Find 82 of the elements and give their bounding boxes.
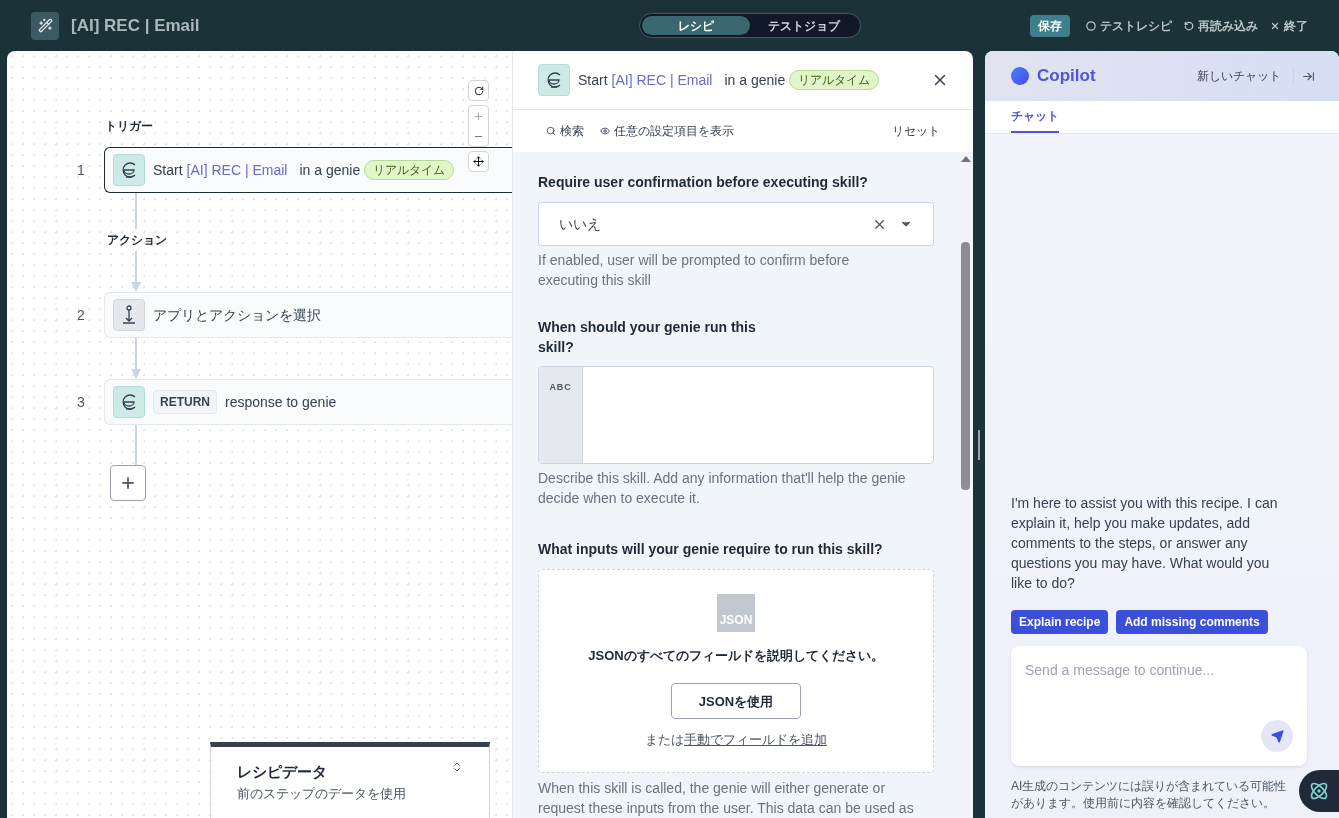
field-label: Require user confirmation before executing skill? bbox=[538, 173, 869, 192]
search-button[interactable]: 検索 bbox=[546, 122, 584, 140]
realtime-badge: リアルタイム bbox=[789, 70, 880, 90]
input-placeholder: Send a message to continue... bbox=[1025, 661, 1216, 680]
reset-button[interactable]: リセット bbox=[892, 122, 940, 140]
step-number: 2 bbox=[76, 305, 86, 325]
step-title: Start bbox=[578, 70, 608, 90]
view-tab[interactable]: レシピ bbox=[641, 16, 750, 35]
step-card[interactable]: アプリとアクションを選択 bbox=[104, 292, 512, 338]
select-value: いいえ bbox=[559, 214, 602, 234]
step-card[interactable]: RETURN response to genie bbox=[104, 379, 512, 425]
reload-button[interactable]: 再読み込み bbox=[1184, 16, 1258, 35]
show-optional-button[interactable]: 任意の設定項目を表示 bbox=[600, 122, 734, 140]
step-title: in a genie bbox=[724, 70, 786, 90]
fit-view-button[interactable] bbox=[468, 151, 489, 172]
copilot-title: Copilot bbox=[1037, 65, 1097, 88]
view-tab[interactable]: テストジョブ bbox=[749, 16, 858, 35]
confirm-select[interactable]: いいえ bbox=[538, 202, 934, 247]
collapse-icon[interactable] bbox=[1302, 69, 1315, 83]
recipe-link[interactable]: [AI] REC | Email bbox=[611, 69, 713, 91]
section-label: アクション bbox=[107, 232, 168, 249]
connector-arrow bbox=[130, 338, 142, 379]
ai-disclaimer: AI生成のコンテンツには誤りが含まれている可能性があります。使用前に内容を確認してください。 bbox=[1011, 778, 1288, 812]
reload-icon bbox=[1184, 20, 1194, 31]
field-label: What inputs will your genie require to run this skill? bbox=[538, 539, 884, 559]
add-step-button[interactable] bbox=[110, 465, 146, 501]
move-icon bbox=[473, 156, 484, 167]
plus-icon bbox=[119, 474, 137, 492]
search-icon bbox=[546, 126, 556, 136]
recipe-data-card[interactable]: レシピデータ 前のステップのデータを使用 bbox=[210, 742, 490, 818]
recipe-data-title: レシピデータ bbox=[237, 762, 327, 782]
return-tag: RETURN bbox=[153, 390, 217, 414]
step-title: Start bbox=[153, 160, 183, 180]
close-icon bbox=[1270, 20, 1280, 31]
field-hint: Describe this skill. Add any information that'll help the genie decide when to execute it. bbox=[538, 468, 907, 508]
save-button[interactable]: 保存 bbox=[1030, 14, 1070, 37]
copilot-message: I'm here to assist you with this recipe. I can explain it, help you make updates, add comments to the steps, or answer any questions you may have. What would you like to do? bbox=[1011, 494, 1279, 593]
step-title: response to genie bbox=[225, 392, 337, 412]
assistant-fab[interactable] bbox=[1299, 770, 1339, 812]
new-chat-button[interactable]: 新しいチャット bbox=[1197, 67, 1294, 85]
resize-handle[interactable] bbox=[978, 429, 980, 460]
genie-icon bbox=[538, 64, 570, 96]
pin-icon bbox=[113, 299, 145, 331]
connector-arrow bbox=[130, 251, 142, 292]
atom-icon bbox=[1309, 781, 1329, 801]
circle-icon bbox=[1086, 20, 1096, 31]
field-hint: If enabled, user will be prompted to confirm before executing this skill bbox=[538, 251, 851, 291]
add-manually-link[interactable]: 手動でフィールドを追加 bbox=[684, 730, 827, 750]
eye-icon bbox=[600, 126, 610, 136]
send-icon bbox=[1270, 729, 1284, 743]
step-number: 1 bbox=[76, 160, 86, 180]
expand-icon[interactable] bbox=[451, 761, 463, 773]
reload-icon bbox=[473, 85, 484, 96]
section-label: トリガー bbox=[105, 118, 154, 135]
genie-icon bbox=[113, 154, 145, 186]
magic-wand-icon[interactable] bbox=[31, 11, 59, 40]
recipe-link[interactable]: [AI] REC | Email bbox=[186, 159, 288, 181]
copilot-logo-icon bbox=[1011, 67, 1029, 85]
field-label: When should your genie run this skill? bbox=[538, 318, 757, 358]
step-number: 3 bbox=[76, 392, 86, 412]
recipe-title: [AI] REC | Email bbox=[71, 14, 200, 37]
step-title: in a genie bbox=[299, 160, 361, 180]
json-icon: JSON bbox=[717, 593, 755, 632]
send-button[interactable] bbox=[1261, 720, 1293, 752]
suggestion-button[interactable]: Add missing comments bbox=[1116, 610, 1268, 634]
exit-button[interactable]: 終了 bbox=[1270, 16, 1308, 35]
when-textarea[interactable]: ABC bbox=[538, 366, 934, 464]
or-text: または bbox=[645, 731, 684, 750]
plus-icon bbox=[473, 110, 484, 122]
realtime-badge: リアルタイム bbox=[364, 160, 455, 180]
recipe-data-subtitle: 前のステップのデータを使用 bbox=[237, 784, 407, 803]
inputs-prompt: JSONのすべてのフィールドを説明してください。 bbox=[588, 646, 884, 665]
step-card[interactable]: Start [AI] REC | Email in a genie リアルタイム bbox=[104, 147, 512, 193]
chat-tab[interactable]: チャット bbox=[1011, 101, 1059, 133]
suggestion-button[interactable]: Explain recipe bbox=[1011, 610, 1109, 634]
genie-icon bbox=[113, 386, 145, 418]
field-hint: When this skill is called, the genie will either generate or request these inputs from the user. This data can be used as bbox=[538, 779, 915, 818]
use-json-button[interactable]: JSONを使用 bbox=[671, 683, 801, 720]
step-title: アプリとアクションを選択 bbox=[153, 305, 321, 325]
reset-view-button[interactable] bbox=[468, 80, 489, 101]
type-tag: ABC bbox=[549, 381, 572, 395]
test-button[interactable]: テストレシピ bbox=[1086, 16, 1172, 35]
